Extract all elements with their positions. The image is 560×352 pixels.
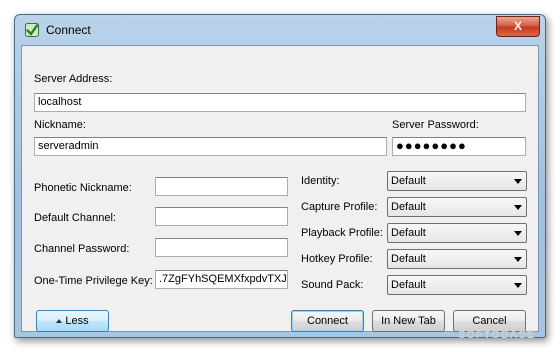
window-title: Connect bbox=[46, 23, 91, 37]
server-password-label: Server Password: bbox=[392, 119, 479, 131]
dialog-content: Server Address: localhost Nickname: Serv… bbox=[21, 45, 539, 332]
app-check-icon bbox=[25, 23, 39, 37]
in-new-tab-button[interactable]: In New Tab bbox=[372, 310, 445, 332]
chevron-down-icon bbox=[514, 179, 522, 184]
chevron-down-icon bbox=[514, 205, 522, 210]
triangle-up-icon bbox=[56, 319, 63, 323]
chevron-down-icon bbox=[514, 257, 522, 262]
phonetic-nickname-input[interactable] bbox=[155, 177, 288, 196]
connect-dialog: Connect X Server Address: localhost Nick… bbox=[14, 14, 546, 338]
sound-pack-value: Default bbox=[391, 279, 426, 291]
privilege-key-input[interactable]: .7ZgFYhSQEMXfxpdvTXJaL bbox=[155, 270, 288, 289]
nickname-input[interactable]: serveradmin bbox=[34, 137, 387, 156]
default-channel-input[interactable] bbox=[155, 207, 288, 226]
chevron-down-icon bbox=[514, 231, 522, 236]
hotkey-profile-value: Default bbox=[391, 253, 426, 265]
hotkey-profile-select[interactable]: Default bbox=[387, 249, 527, 269]
playback-profile-label: Playback Profile: bbox=[301, 227, 383, 239]
sound-pack-label: Sound Pack: bbox=[301, 279, 364, 291]
chevron-down-icon bbox=[514, 283, 522, 288]
default-channel-label: Default Channel: bbox=[34, 212, 116, 224]
server-address-label: Server Address: bbox=[34, 73, 113, 85]
privilege-key-label: One-Time Privilege Key: bbox=[34, 275, 153, 287]
hotkey-profile-label: Hotkey Profile: bbox=[301, 253, 373, 265]
close-button[interactable]: X bbox=[496, 16, 540, 37]
channel-password-input[interactable] bbox=[155, 238, 288, 257]
capture-profile-value: Default bbox=[391, 201, 426, 213]
sound-pack-select[interactable]: Default bbox=[387, 275, 527, 295]
capture-profile-label: Capture Profile: bbox=[301, 201, 378, 213]
watermark-text: SOFTOBASE bbox=[458, 329, 536, 341]
phonetic-nickname-label: Phonetic Nickname: bbox=[34, 182, 132, 194]
channel-password-label: Channel Password: bbox=[34, 243, 130, 255]
server-password-input[interactable]: ●●●●●●●● bbox=[392, 137, 526, 156]
playback-profile-value: Default bbox=[391, 227, 426, 239]
connect-button[interactable]: Connect bbox=[291, 310, 364, 332]
identity-select[interactable]: Default bbox=[387, 171, 527, 191]
identity-value: Default bbox=[391, 175, 426, 187]
less-button-label: Less bbox=[65, 315, 89, 327]
capture-profile-select[interactable]: Default bbox=[387, 197, 527, 217]
playback-profile-select[interactable]: Default bbox=[387, 223, 527, 243]
less-button[interactable]: Less bbox=[36, 310, 109, 332]
server-address-input[interactable]: localhost bbox=[34, 93, 526, 112]
nickname-label: Nickname: bbox=[34, 119, 86, 131]
identity-label: Identity: bbox=[301, 175, 340, 187]
title-bar[interactable]: Connect X bbox=[15, 15, 545, 45]
